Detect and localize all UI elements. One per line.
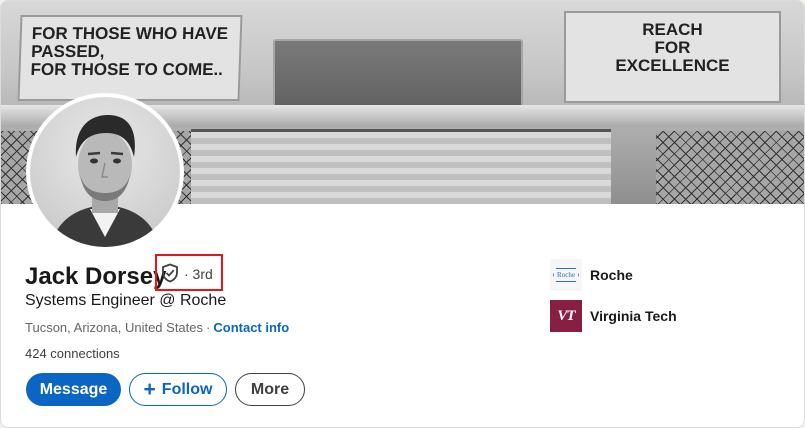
plaque-left-line: FOR THOSE TO COME.. bbox=[30, 59, 224, 79]
message-button-label: Message bbox=[39, 380, 108, 398]
shield-check-icon[interactable] bbox=[160, 263, 180, 283]
plaque-left-line: FOR THOSE WHO HAVE bbox=[31, 24, 229, 43]
banner-fence-right bbox=[656, 131, 804, 204]
avatar[interactable] bbox=[26, 93, 184, 251]
contact-info-link[interactable]: Contact info bbox=[213, 320, 289, 335]
plus-icon: + bbox=[143, 378, 156, 401]
profile-headline: Systems Engineer @ Roche bbox=[25, 292, 227, 309]
connection-degree: · 3rd bbox=[184, 266, 213, 282]
banner-plaque-right: REACH FOR EXCELLENCE bbox=[564, 11, 781, 103]
banner-tunnel bbox=[191, 129, 611, 204]
more-button[interactable]: More bbox=[235, 373, 305, 406]
roche-logo-icon: Roche bbox=[550, 259, 582, 291]
org-item-roche[interactable]: Roche Roche bbox=[550, 259, 633, 291]
connections-count[interactable]: 424 connections bbox=[25, 346, 120, 361]
org-name: Roche bbox=[590, 267, 633, 283]
profile-card: FOR THOSE WHO HAVE PASSED, FOR THOSE TO … bbox=[0, 0, 805, 428]
follow-button-label: Follow bbox=[161, 380, 213, 398]
profile-location-line: Tucson, Arizona, United States · Contact i… bbox=[25, 320, 289, 335]
plaque-left-line: PASSED, bbox=[30, 41, 105, 61]
plaque-right-line: EXCELLENCE bbox=[615, 55, 730, 75]
plaque-right-line: REACH bbox=[642, 20, 703, 39]
virginia-tech-logo-icon: VT bbox=[550, 300, 582, 332]
org-name: Virginia Tech bbox=[590, 308, 677, 324]
follow-button[interactable]: + Follow bbox=[129, 373, 227, 406]
avatar-photo bbox=[30, 97, 180, 247]
more-button-label: More bbox=[250, 380, 290, 398]
location-text: Tucson, Arizona, United States bbox=[25, 320, 204, 335]
roche-logo-text: Roche bbox=[553, 268, 579, 282]
message-button[interactable]: Message bbox=[26, 373, 121, 406]
org-item-virginia-tech[interactable]: VT Virginia Tech bbox=[550, 300, 677, 332]
plaque-right-line: FOR bbox=[654, 37, 691, 57]
banner-plaque-left: FOR THOSE WHO HAVE PASSED, FOR THOSE TO … bbox=[17, 15, 243, 101]
person-portrait-icon bbox=[50, 115, 160, 247]
profile-name: Jack Dorsey bbox=[25, 263, 167, 290]
separator-dot: · bbox=[206, 320, 211, 335]
